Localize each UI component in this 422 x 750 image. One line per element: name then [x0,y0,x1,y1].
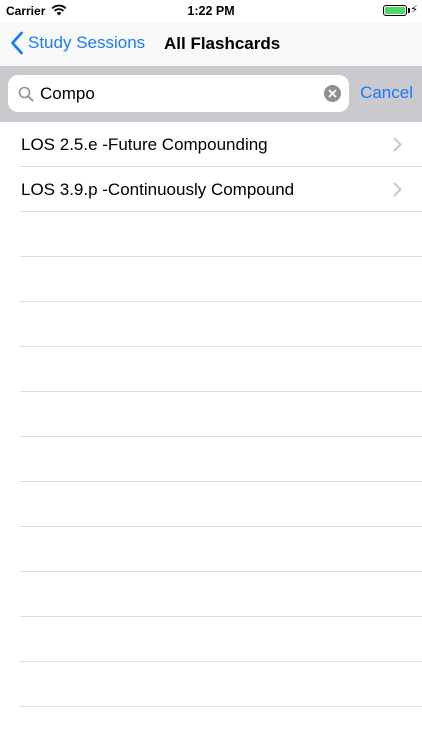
close-icon [328,89,337,98]
charging-icon: ⚡ [410,4,418,16]
status-time: 1:22 PM [187,4,235,18]
list-item-label: LOS 2.5.e -Future Compounding [21,135,268,154]
search-bar: Cancel [0,66,422,122]
navigation-bar: Study Sessions All Flashcards [0,22,422,66]
battery-icon [383,5,407,16]
search-input[interactable] [38,75,323,112]
empty-row [20,572,422,617]
empty-row [20,482,422,527]
search-icon [18,86,34,102]
cancel-button[interactable]: Cancel [360,83,413,103]
empty-row [20,662,422,707]
clear-search-icon[interactable] [324,85,341,102]
back-button-label: Study Sessions [28,33,146,52]
list-item[interactable]: LOS 3.9.p -Continuously Compound [20,167,422,212]
chevron-right-icon [393,137,402,152]
page-title: All Flashcards [164,34,281,53]
empty-row [20,437,422,482]
search-field[interactable] [8,75,349,112]
empty-row [20,302,422,347]
empty-row [20,257,422,302]
chevron-right-icon [393,182,402,197]
results-list: LOS 2.5.e -Future Compounding LOS 3.9.p … [0,122,422,750]
empty-row [20,392,422,437]
list-item-label: LOS 3.9.p -Continuously Compound [21,180,295,199]
empty-row [20,347,422,392]
empty-row [20,617,422,662]
back-button[interactable]: Study Sessions [10,31,145,55]
chevron-left-icon [11,31,23,55]
list-item[interactable]: LOS 2.5.e -Future Compounding [20,122,422,167]
empty-row [20,527,422,572]
empty-row [20,707,422,750]
status-bar: Carrier 1:22 PM ⚡ [0,0,422,22]
empty-row [20,212,422,257]
battery-level [385,7,405,14]
